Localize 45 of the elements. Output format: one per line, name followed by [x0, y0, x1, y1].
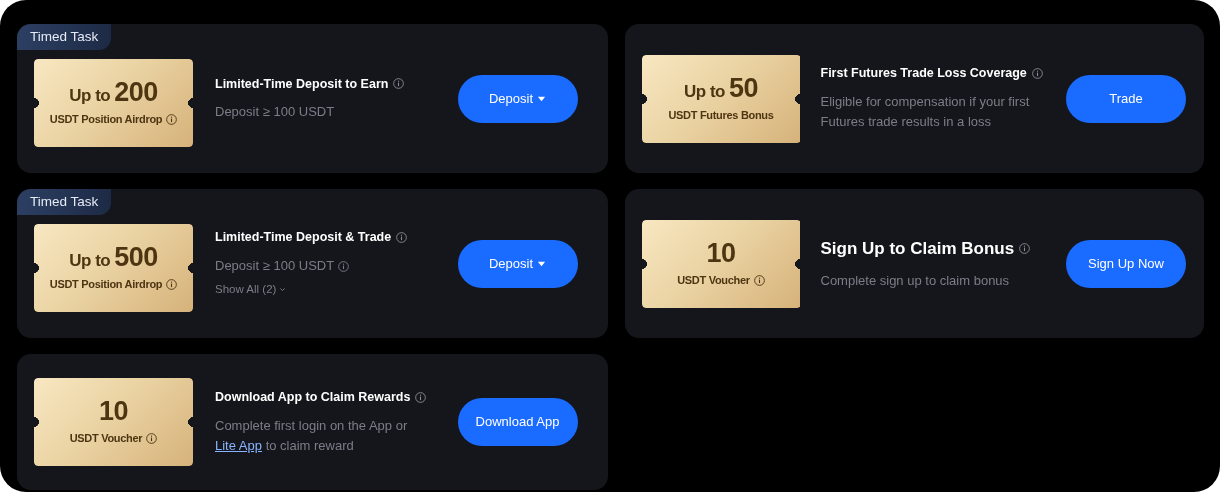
reward-prefix: Up to: [69, 251, 111, 270]
caret-down-icon: [537, 94, 547, 103]
chevron-down-icon: [279, 286, 287, 294]
task-description: Deposit ≥ 100 USDT: [215, 103, 335, 122]
info-icon[interactable]: [396, 232, 408, 244]
action-button[interactable]: Download App: [457, 398, 578, 446]
reward-prefix: Up to: [684, 82, 725, 101]
task-title: Download App to Claim Rewards: [215, 389, 411, 406]
timed-task-badge: Timed Task: [17, 189, 112, 216]
task-title: First Futures Trade Loss Coverage: [820, 65, 1027, 83]
reward-amount: 10: [706, 238, 736, 267]
reward-amount: 10: [98, 397, 128, 426]
timed-task-badge: Timed Task: [17, 24, 112, 51]
reward-amount: 500: [114, 242, 158, 271]
info-icon[interactable]: [166, 278, 178, 290]
reward-prefix: Up to: [69, 86, 111, 105]
info-icon[interactable]: [1019, 243, 1031, 255]
reward-label: USDT Position Airdrop: [49, 276, 163, 292]
info-icon[interactable]: [338, 260, 350, 272]
info-icon[interactable]: [393, 78, 405, 90]
reward-label: USDT Futures Bonus: [668, 107, 774, 123]
task-description: Complete sign up to claim bonus: [820, 271, 1010, 290]
caret-down-icon: [537, 259, 547, 268]
reward-amount: 50: [728, 73, 758, 102]
info-icon[interactable]: [146, 433, 158, 445]
action-button[interactable]: Trade: [1066, 74, 1186, 123]
action-button[interactable]: Sign Up Now: [1066, 239, 1186, 288]
info-icon[interactable]: [753, 274, 765, 286]
info-icon[interactable]: [1031, 68, 1043, 80]
task-title: Sign Up to Claim Bonus: [820, 238, 1015, 261]
reward-label: USDT Voucher: [677, 272, 750, 288]
task-description: Eligible for compensation if your first Futures trade results in a loss: [820, 93, 1031, 132]
info-icon[interactable]: [166, 113, 178, 125]
task-description: Complete first login on the App or Lite App to claim reward: [215, 416, 409, 455]
reward-label: USDT Position Airdrop: [49, 111, 163, 127]
info-icon[interactable]: [415, 391, 427, 403]
show-all-toggle[interactable]: Show All (2): [215, 281, 436, 299]
reward-amount: 200: [114, 77, 158, 106]
lite-app-link[interactable]: Lite App: [215, 437, 262, 453]
action-button[interactable]: Deposit: [457, 239, 578, 288]
task-description: Deposit ≥ 100 USDT: [215, 257, 335, 276]
task-title: Limited-Time Deposit & Trade: [215, 229, 392, 247]
reward-label: USDT Voucher: [69, 431, 143, 447]
action-button[interactable]: Deposit: [457, 74, 578, 123]
task-title: Limited-Time Deposit to Earn: [215, 75, 389, 93]
